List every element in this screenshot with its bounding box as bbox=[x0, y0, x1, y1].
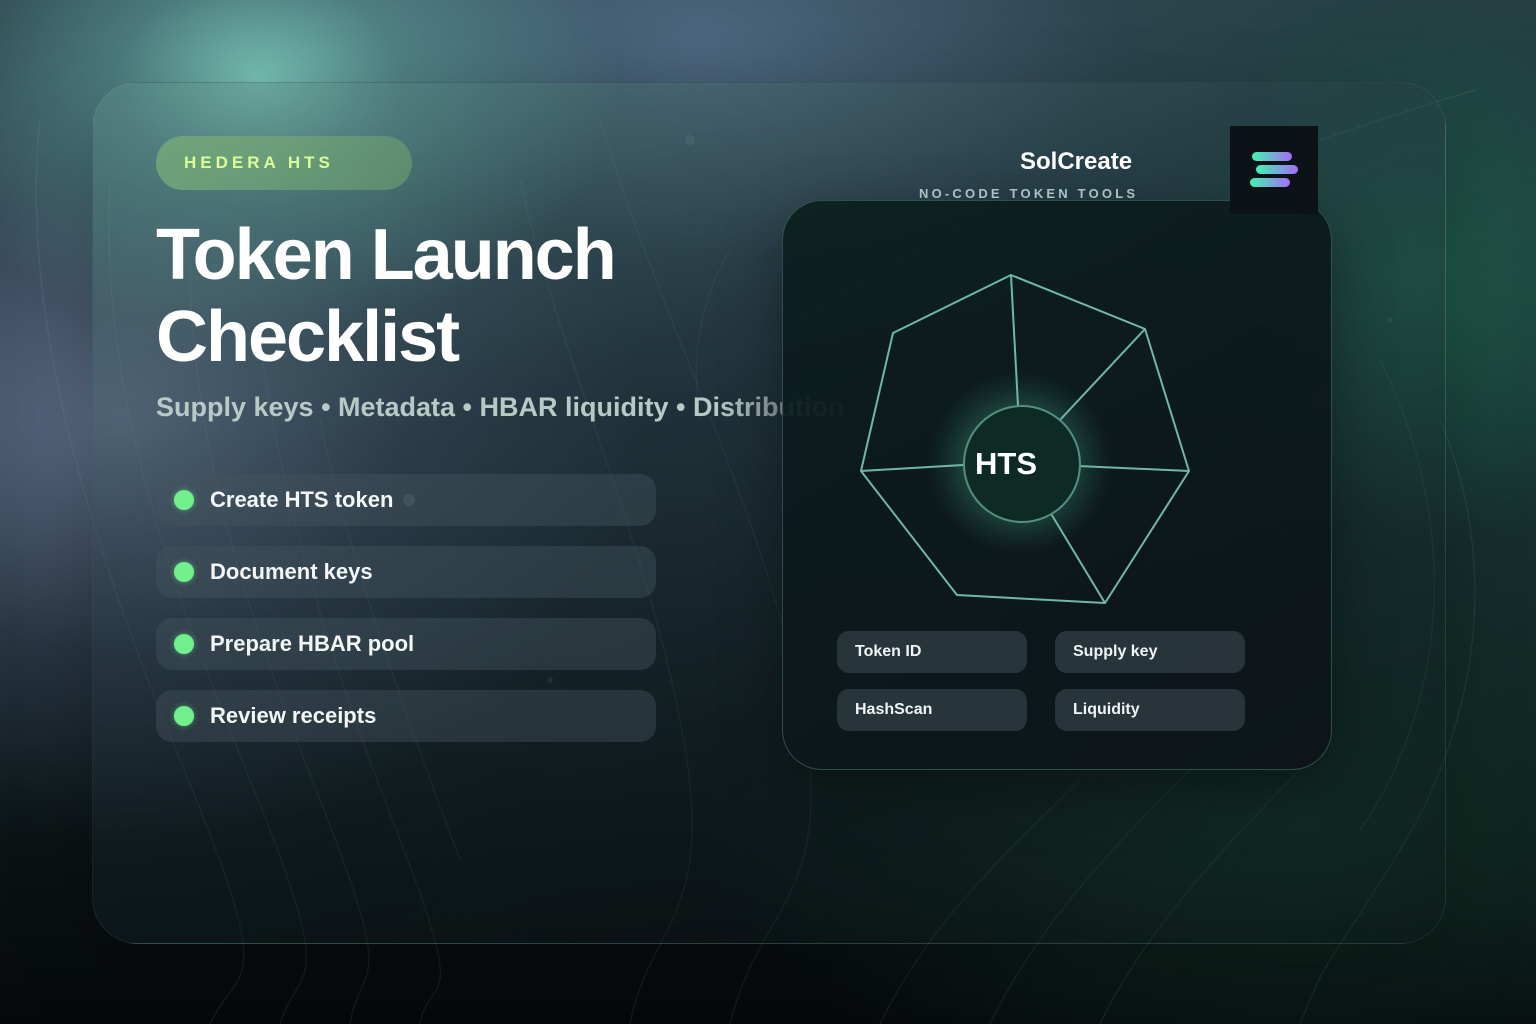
checklist-item: Review receipts bbox=[156, 690, 656, 742]
status-dot-icon bbox=[174, 706, 194, 726]
chip-supply-key: Supply key bbox=[1055, 631, 1245, 673]
hts-center-node: HTS bbox=[963, 405, 1081, 523]
checklist-item-label: Review receipts bbox=[210, 703, 377, 728]
status-dot-icon bbox=[174, 562, 194, 582]
faint-circle-icon bbox=[403, 494, 416, 506]
page-title: Token Launch Checklist bbox=[156, 214, 716, 378]
chip-token-id: Token ID bbox=[837, 631, 1027, 673]
checklist-item: Document keys bbox=[156, 546, 656, 598]
checklist-item-label: Create HTS token bbox=[210, 487, 394, 512]
status-dot-icon bbox=[174, 490, 194, 510]
network-badge: HEDERA HTS bbox=[156, 136, 412, 190]
hts-center-label: HTS bbox=[975, 446, 1037, 481]
chip-hashscan: HashScan bbox=[837, 689, 1027, 731]
brand-logo bbox=[1230, 126, 1318, 214]
chip-liquidity: Liquidity bbox=[1055, 689, 1245, 731]
checklist-item: Create HTS token bbox=[156, 474, 656, 526]
checklist-item-label: Document keys bbox=[210, 559, 373, 584]
brand-name: SolCreate bbox=[1020, 148, 1133, 175]
page-title-line-1: Token Launch bbox=[156, 215, 617, 295]
page-title-line-2: Checklist bbox=[156, 297, 460, 377]
network-badge-label: HEDERA HTS bbox=[184, 153, 334, 172]
page-subtitle: Supply keys • Metadata • HBAR liquidity … bbox=[156, 392, 845, 422]
checklist-item: Prepare HBAR pool bbox=[156, 618, 656, 670]
brand-tagline: NO-CODE TOKEN TOOLS bbox=[919, 186, 1139, 201]
checklist-item-label: Prepare HBAR pool bbox=[210, 631, 415, 656]
status-dot-icon bbox=[174, 634, 194, 654]
solana-stripes-icon bbox=[1250, 152, 1298, 187]
token-diagram-panel: HTS Token ID Supply key HashScan Liquidi… bbox=[782, 200, 1332, 770]
